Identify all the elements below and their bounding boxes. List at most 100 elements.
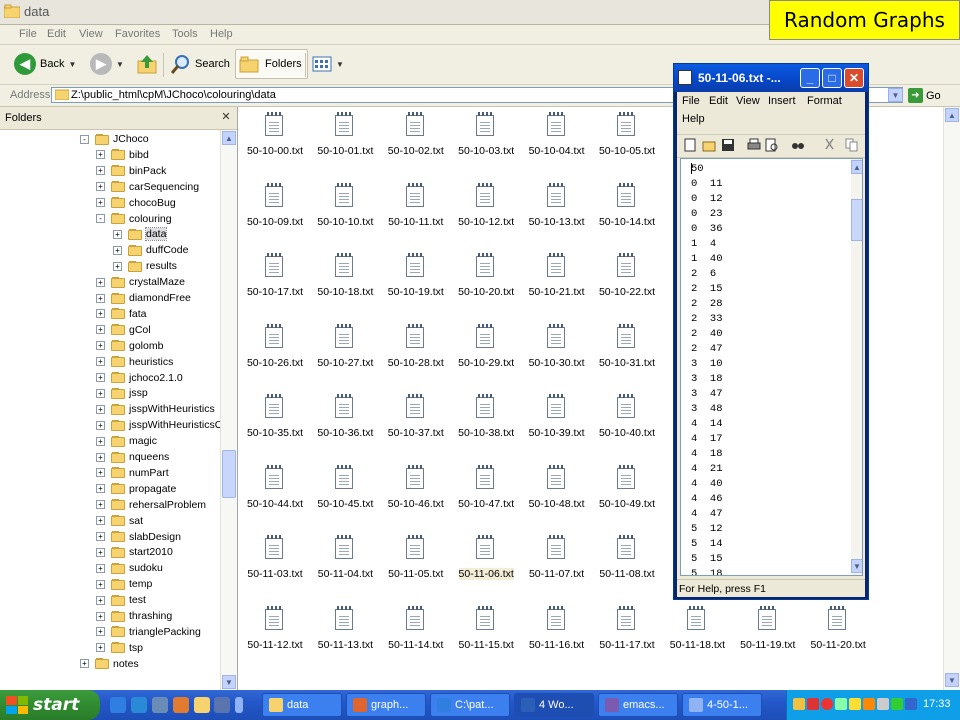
file-item[interactable]: 50-11-08.txt (595, 531, 659, 581)
update-tray-icon[interactable] (849, 698, 861, 710)
expand-icon[interactable]: + (96, 452, 105, 462)
tree-item[interactable]: + test (96, 592, 146, 608)
expand-icon[interactable]: + (96, 595, 105, 605)
notepad-menu-help[interactable]: Help (682, 113, 705, 125)
up-folder-button[interactable] (136, 49, 158, 79)
file-item[interactable]: 50-11-03.txt (243, 531, 307, 581)
copy-icon[interactable] (845, 138, 859, 152)
file-item[interactable]: 50-10-47.txt (454, 461, 518, 511)
file-item[interactable]: 50-10-36.txt (313, 390, 377, 440)
file-item[interactable]: 50-10-17.txt (243, 249, 307, 299)
tree-item[interactable]: - JChoco (80, 131, 149, 147)
file-item[interactable]: 50-10-09.txt (243, 179, 307, 229)
menu-tools[interactable]: Tools (172, 28, 198, 40)
expand-icon[interactable]: + (96, 643, 105, 653)
back-button[interactable]: ◀ Back ▼ (14, 49, 76, 79)
expand-icon[interactable]: + (96, 373, 105, 382)
file-item[interactable]: 50-10-12.txt (454, 179, 518, 229)
file-item[interactable]: 50-11-06.txt (454, 531, 518, 581)
go-button[interactable]: ➜ Go (908, 87, 958, 104)
tree-item[interactable]: + numPart (96, 465, 169, 481)
power-tray-icon[interactable] (863, 698, 875, 710)
tree-item[interactable]: + propagate (96, 481, 176, 497)
file-item[interactable]: 50-11-20.txt (806, 602, 870, 652)
tree-item[interactable]: + jsspWithHeuristicsOl (96, 417, 225, 433)
expand-icon[interactable]: + (96, 563, 105, 573)
tree-item[interactable]: + bibd (96, 147, 149, 163)
scroll-thumb[interactable] (851, 199, 862, 241)
collapse-icon[interactable]: - (96, 214, 105, 223)
file-item[interactable]: 50-10-30.txt (525, 320, 589, 370)
chevron-right-icon[interactable] (235, 697, 243, 713)
expand-icon[interactable]: + (96, 420, 105, 430)
minimize-button[interactable]: _ (800, 68, 820, 88)
expand-icon[interactable]: + (96, 166, 105, 176)
cut-icon[interactable] (823, 138, 837, 152)
scroll-down-icon[interactable]: ▼ (945, 673, 959, 687)
taskbar-button[interactable]: graph... (346, 693, 426, 717)
expand-icon[interactable]: + (96, 484, 105, 494)
expand-icon[interactable]: + (96, 277, 105, 287)
file-item[interactable]: 50-10-27.txt (313, 320, 377, 370)
file-item[interactable]: 50-10-03.txt (454, 108, 518, 158)
scroll-down-icon[interactable]: ▼ (851, 559, 862, 573)
menu-file[interactable]: File (19, 28, 37, 40)
battery-tray-icon[interactable] (905, 698, 917, 710)
tree-item[interactable]: + binPack (96, 163, 166, 179)
expand-icon[interactable]: + (96, 341, 105, 351)
expand-icon[interactable]: + (113, 245, 122, 255)
new-file-icon[interactable] (683, 138, 697, 152)
forward-button[interactable]: ▶ ▼ (90, 49, 124, 79)
paint-quicklaunch-icon[interactable] (152, 697, 168, 713)
tree-item[interactable]: + carSequencing (96, 179, 199, 195)
file-item[interactable]: 50-11-05.txt (384, 531, 448, 581)
volume-tray-icon[interactable] (891, 698, 903, 710)
alert-tray-icon[interactable] (807, 698, 819, 710)
file-item[interactable]: 50-11-12.txt (243, 602, 307, 652)
scroll-up-icon[interactable]: ▲ (945, 108, 959, 122)
tree-item[interactable]: + slabDesign (96, 529, 181, 545)
notepad-text-area[interactable]: 50 0 11 0 12 0 23 0 36 1 4 1 40 2 6 2 15 2 28 2 33… (680, 158, 863, 576)
print-icon[interactable] (747, 138, 761, 152)
file-item[interactable]: 50-10-38.txt (454, 390, 518, 440)
ie-quicklaunch-icon[interactable] (110, 697, 126, 713)
tree-item[interactable]: + heuristics (96, 354, 173, 370)
file-item[interactable]: 50-10-46.txt (384, 461, 448, 511)
tree-item[interactable]: + temp (96, 576, 152, 592)
network-quicklaunch-icon[interactable] (214, 697, 230, 713)
notepad-menu-file[interactable]: File (682, 95, 700, 107)
file-item[interactable]: 50-10-35.txt (243, 390, 307, 440)
expand-icon[interactable]: + (96, 468, 105, 478)
file-item[interactable]: 50-10-48.txt (525, 461, 589, 511)
notepad-scrollbar[interactable]: ▲ ▼ (851, 159, 862, 575)
expand-icon[interactable]: + (113, 261, 122, 271)
file-item[interactable]: 50-10-02.txt (384, 108, 448, 158)
file-item[interactable]: 50-11-07.txt (525, 531, 589, 581)
expand-icon[interactable]: + (96, 547, 105, 557)
file-item[interactable]: 50-10-05.txt (595, 108, 659, 158)
notepad-menu-edit[interactable]: Edit (709, 95, 728, 107)
tree-item[interactable]: + crystalMaze (96, 274, 185, 290)
save-icon[interactable] (721, 138, 735, 152)
folder-quicklaunch-icon[interactable] (194, 697, 210, 713)
menu-view[interactable]: View (79, 28, 103, 40)
file-item[interactable]: 50-10-40.txt (595, 390, 659, 440)
taskbar-button[interactable]: data (262, 693, 342, 717)
file-item[interactable]: 50-10-01.txt (313, 108, 377, 158)
media-quicklaunch-icon[interactable] (173, 697, 189, 713)
file-item[interactable]: 50-11-13.txt (313, 602, 377, 652)
tree-item[interactable]: + trianglePacking (96, 624, 201, 640)
tree-item[interactable]: + golomb (96, 338, 163, 354)
expand-icon[interactable]: + (96, 579, 105, 589)
notepad-menu-insert[interactable]: Insert (768, 95, 796, 107)
file-item[interactable]: 50-10-20.txt (454, 249, 518, 299)
file-list-scrollbar[interactable]: ▲ ▼ (943, 107, 960, 690)
emacs-quicklaunch-icon[interactable] (131, 697, 147, 713)
file-item[interactable]: 50-10-19.txt (384, 249, 448, 299)
menu-favorites[interactable]: Favorites (115, 28, 160, 40)
tree-item[interactable]: + rehersalProblem (96, 497, 206, 513)
tree-item[interactable]: + thrashing (96, 608, 172, 624)
scroll-up-icon[interactable]: ▲ (222, 131, 236, 145)
expand-icon[interactable]: + (96, 404, 105, 414)
tree-item[interactable]: + notes (80, 656, 139, 672)
